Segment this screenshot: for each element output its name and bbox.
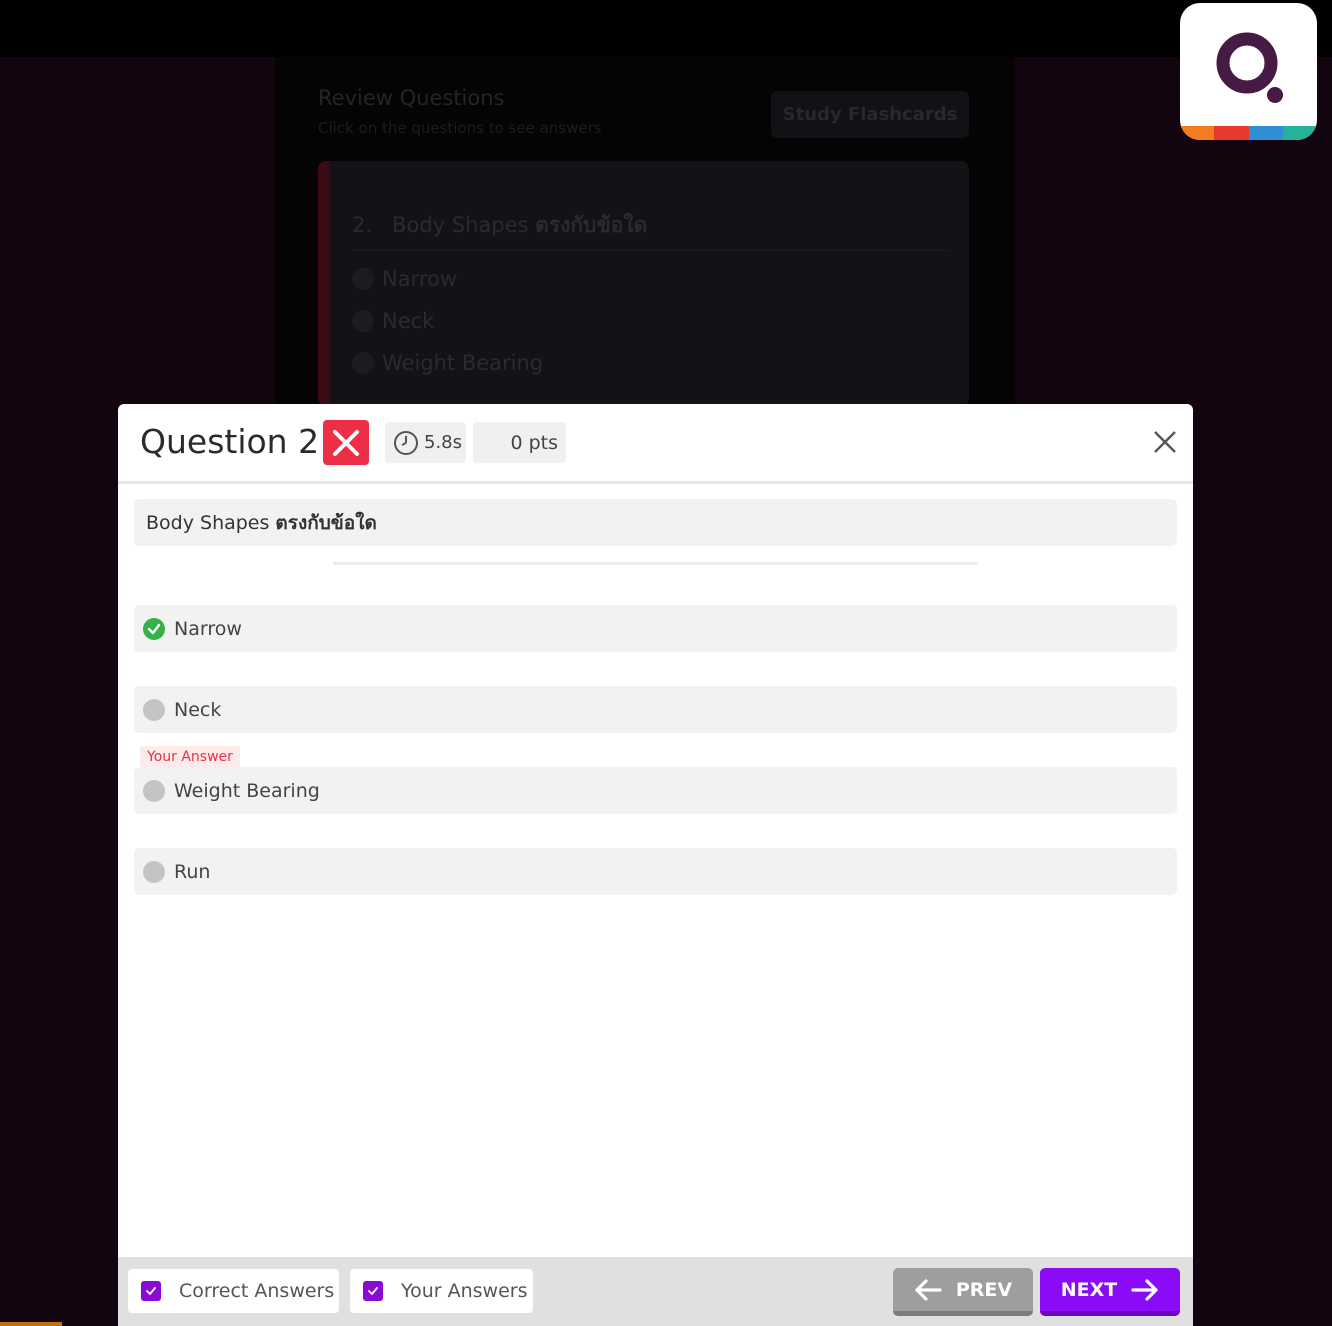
checkbox-checked-icon [141,1281,161,1301]
correct-answers-toggle[interactable]: Correct Answers [128,1269,339,1313]
logo-color-strip [1180,126,1317,140]
time-value: 5.8s [424,432,463,453]
answer-option-selected[interactable]: Weight Bearing [134,767,1177,814]
answer-option[interactable]: Neck [134,686,1177,733]
option-label: Weight Bearing [174,779,320,802]
background-card-divider [352,250,948,251]
radio-dot-icon [143,698,165,721]
study-flashcards-button: Study Flashcards [771,91,969,138]
modal-header: Question 2 5.8s 0 pts [118,404,1193,484]
background-option: Narrow [352,267,457,291]
close-icon [1154,431,1176,453]
check-circle-icon [143,617,165,640]
incorrect-badge [323,420,369,465]
review-questions-subtitle: Click on the questions to see answers [318,119,602,137]
your-answer-tag: Your Answer [140,746,240,768]
option-label: Neck [174,698,222,721]
correct-answers-label: Correct Answers [179,1280,335,1302]
modal-title: Question 2 [140,422,320,461]
background-question-text: 2. Body Shapes ตรงกับข้อใด [352,213,648,237]
radio-dot-icon [143,860,165,883]
your-answers-toggle[interactable]: Your Answers [350,1269,533,1313]
background-option: Weight Bearing [352,351,543,375]
q-logo-icon [1216,32,1283,103]
top-bar [0,0,1332,57]
arrow-right-icon [1131,1278,1158,1301]
answer-option-correct[interactable]: Narrow [134,605,1177,652]
radio-dot-icon [143,779,165,802]
question-text: Body Shapes ตรงกับข้อใด [134,499,1177,546]
background-option: Neck [352,309,434,333]
clock-icon [394,430,418,455]
app-logo [1180,3,1317,140]
checkbox-checked-icon [363,1281,383,1301]
background-question-card: 2. Body Shapes ตรงกับข้อใด Narrow Neck W… [318,161,969,406]
prev-label: PREV [955,1278,1013,1301]
your-answers-label: Your Answers [401,1280,528,1302]
close-modal-button[interactable] [1150,427,1180,457]
question-divider [333,562,978,565]
modal-footer: Correct Answers Your Answers PREV NEXT [118,1257,1193,1326]
option-label: Run [174,860,211,883]
review-questions-title: Review Questions [318,86,505,110]
answer-option[interactable]: Run [134,848,1177,895]
next-label: NEXT [1060,1278,1118,1301]
points-badge: 0 pts [473,422,566,463]
bottom-accent-edge [0,1322,62,1326]
option-label: Narrow [174,617,242,640]
question-detail-modal: Question 2 5.8s 0 pts Body Shapes ตรงกับ [118,404,1193,1326]
time-taken: 5.8s [385,422,466,463]
close-x-icon [333,429,359,456]
prev-button[interactable]: PREV [893,1268,1033,1316]
arrow-left-icon [915,1278,942,1301]
card-accent-bar [318,161,330,406]
next-button[interactable]: NEXT [1040,1268,1180,1316]
